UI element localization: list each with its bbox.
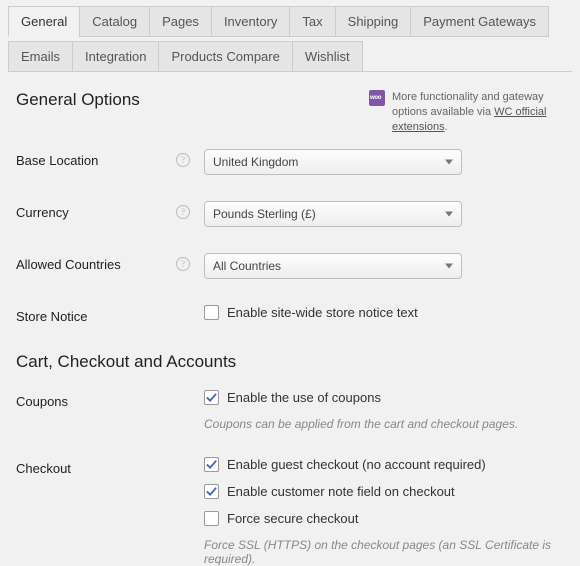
base-location-select[interactable]: United Kingdom bbox=[204, 149, 462, 175]
tab-products-compare[interactable]: Products Compare bbox=[158, 41, 292, 72]
help-icon[interactable]: ? bbox=[176, 257, 190, 271]
customer-note-label: Enable customer note field on checkout bbox=[227, 484, 455, 499]
section-title-general: General Options bbox=[16, 90, 369, 110]
force-ssl-checkbox[interactable] bbox=[204, 511, 219, 526]
coupons-checkbox-label: Enable the use of coupons bbox=[227, 390, 381, 405]
coupons-checkbox[interactable] bbox=[204, 390, 219, 405]
force-ssl-label: Force secure checkout bbox=[227, 511, 359, 526]
allowed-countries-select[interactable]: All Countries bbox=[204, 253, 462, 279]
tab-payment-gateways[interactable]: Payment Gateways bbox=[410, 6, 549, 37]
coupons-label: Coupons bbox=[16, 390, 204, 409]
customer-note-checkbox[interactable] bbox=[204, 484, 219, 499]
woo-icon bbox=[369, 90, 385, 106]
settings-tabs: GeneralCatalogPagesInventoryTaxShippingP… bbox=[0, 0, 580, 76]
guest-checkout-checkbox[interactable] bbox=[204, 457, 219, 472]
tab-general[interactable]: General bbox=[8, 6, 80, 37]
section-title-cart: Cart, Checkout and Accounts bbox=[16, 352, 564, 372]
store-notice-checkbox[interactable] bbox=[204, 305, 219, 320]
guest-checkout-label: Enable guest checkout (no account requir… bbox=[227, 457, 486, 472]
help-icon[interactable]: ? bbox=[176, 153, 190, 167]
tab-integration[interactable]: Integration bbox=[72, 41, 159, 72]
tab-emails[interactable]: Emails bbox=[8, 41, 73, 72]
currency-select[interactable]: Pounds Sterling (£) bbox=[204, 201, 462, 227]
promo-note: More functionality and gateway options a… bbox=[369, 90, 564, 135]
tab-pages[interactable]: Pages bbox=[149, 6, 212, 37]
currency-label: Currency ? bbox=[16, 201, 204, 220]
tab-inventory[interactable]: Inventory bbox=[211, 6, 290, 37]
checkout-hint: Force SSL (HTTPS) on the checkout pages … bbox=[204, 538, 564, 566]
checkout-label: Checkout bbox=[16, 457, 204, 476]
coupons-hint: Coupons can be applied from the cart and… bbox=[204, 417, 564, 431]
store-notice-label: Store Notice bbox=[16, 305, 204, 324]
tab-catalog[interactable]: Catalog bbox=[79, 6, 150, 37]
base-location-label: Base Location ? bbox=[16, 149, 204, 168]
tab-wishlist[interactable]: Wishlist bbox=[292, 41, 363, 72]
tab-shipping[interactable]: Shipping bbox=[335, 6, 412, 37]
allowed-countries-label: Allowed Countries ? bbox=[16, 253, 204, 272]
tab-tax[interactable]: Tax bbox=[289, 6, 335, 37]
store-notice-checkbox-label: Enable site-wide store notice text bbox=[227, 305, 418, 320]
help-icon[interactable]: ? bbox=[176, 205, 190, 219]
